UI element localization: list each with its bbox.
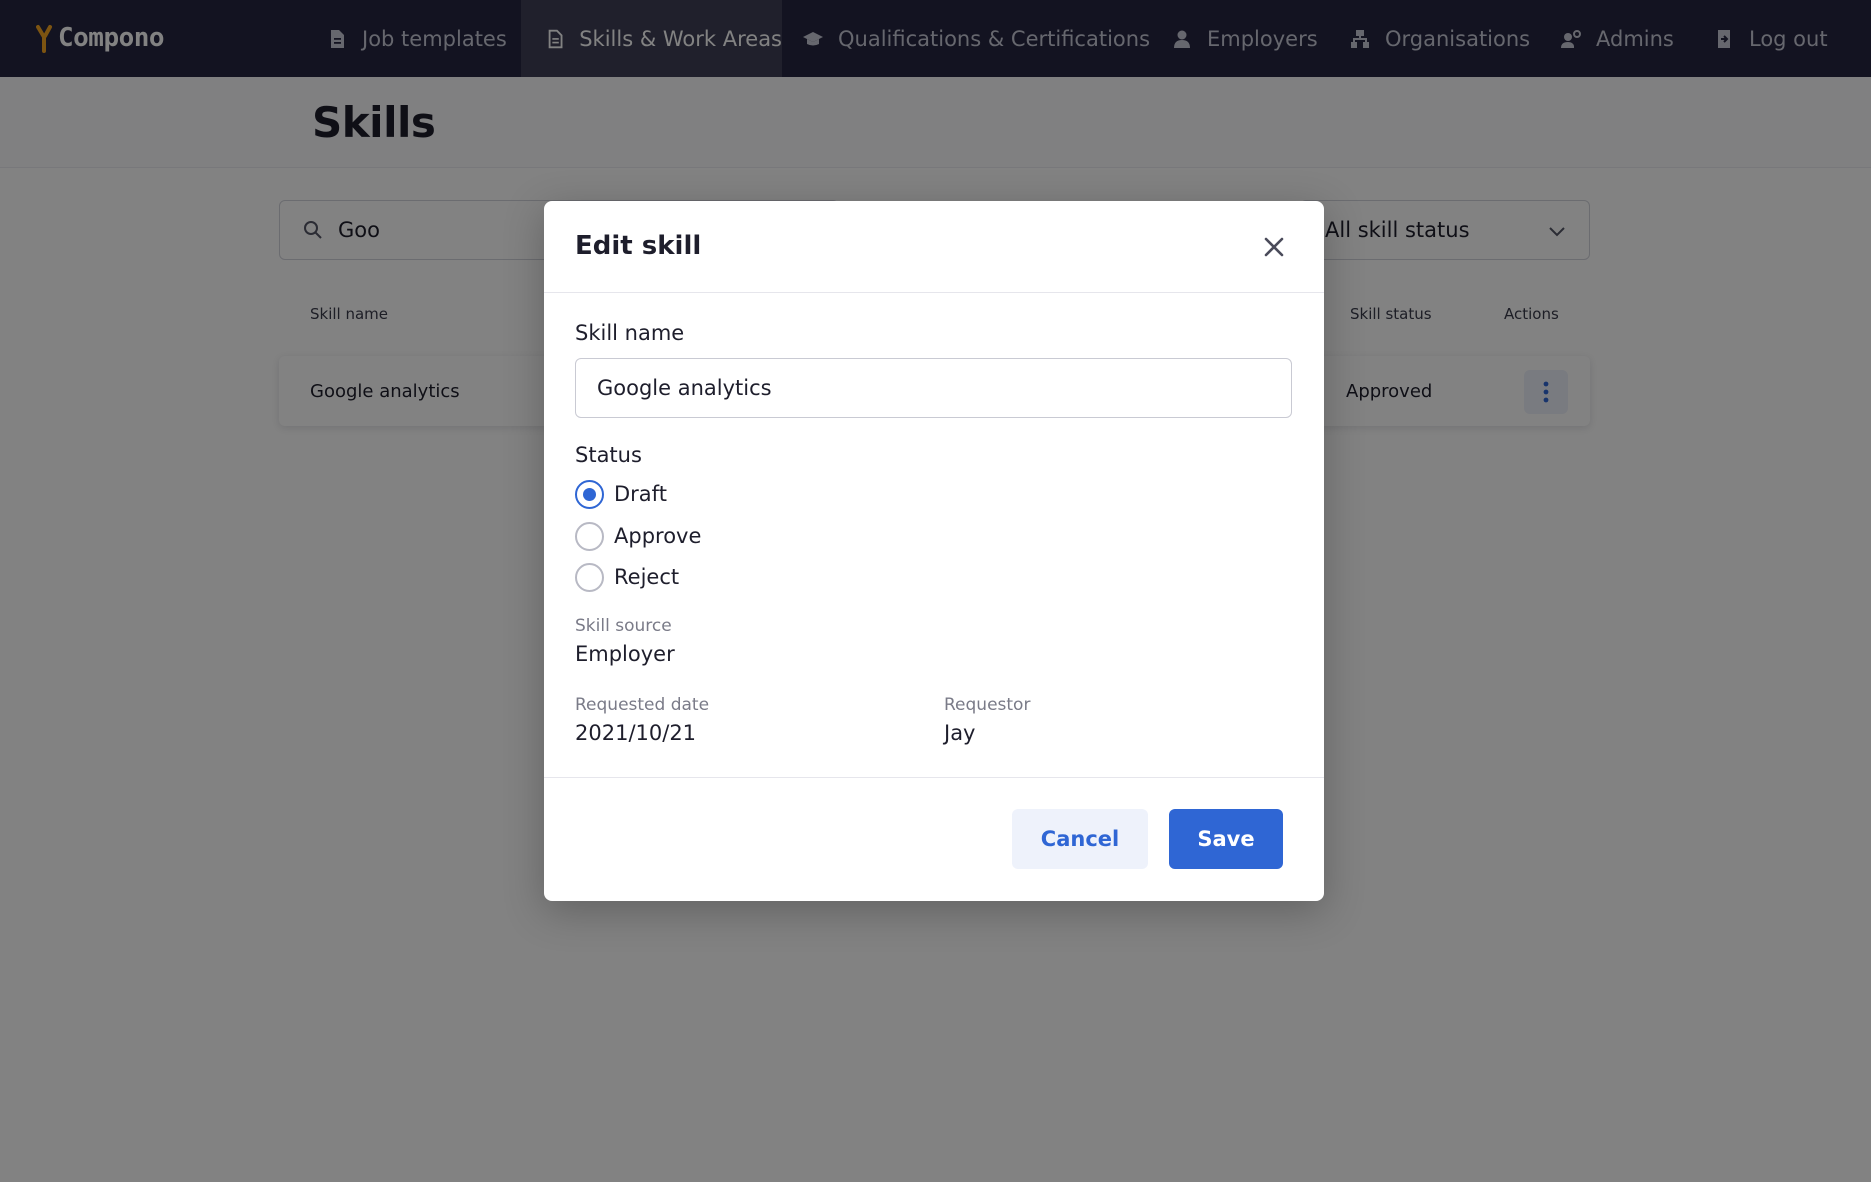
requested-date-value: 2021/10/21 bbox=[575, 721, 697, 745]
modal-header: Edit skill bbox=[544, 201, 1324, 293]
skill-name-label: Skill name bbox=[575, 321, 685, 345]
radio-button-draft[interactable] bbox=[575, 479, 604, 509]
close-icon bbox=[1264, 237, 1284, 257]
edit-skill-modal: Edit skill Skill name Status Draft Appro… bbox=[544, 201, 1324, 901]
skill-name-input[interactable] bbox=[575, 358, 1292, 418]
close-button[interactable] bbox=[1256, 229, 1292, 265]
requestor-label: Requestor bbox=[944, 695, 1031, 715]
radio-label-approve: Approve bbox=[614, 524, 702, 548]
status-label: Status bbox=[575, 443, 642, 467]
save-button[interactable]: Save bbox=[1169, 809, 1283, 869]
radio-button-approve[interactable] bbox=[575, 521, 604, 551]
skill-source-label: Skill source bbox=[575, 616, 672, 636]
cancel-button[interactable]: Cancel bbox=[1012, 809, 1148, 869]
requestor-value: Jay bbox=[944, 721, 976, 745]
skill-source-value: Employer bbox=[575, 642, 675, 666]
modal-title: Edit skill bbox=[575, 231, 702, 261]
radio-label-draft: Draft bbox=[614, 482, 667, 506]
radio-label-reject: Reject bbox=[614, 565, 680, 589]
status-option-reject[interactable]: Reject bbox=[575, 562, 679, 592]
status-option-approve[interactable]: Approve bbox=[575, 521, 701, 551]
requested-date-label: Requested date bbox=[575, 695, 710, 715]
status-option-draft[interactable]: Draft bbox=[575, 479, 667, 509]
radio-button-reject[interactable] bbox=[575, 562, 604, 592]
